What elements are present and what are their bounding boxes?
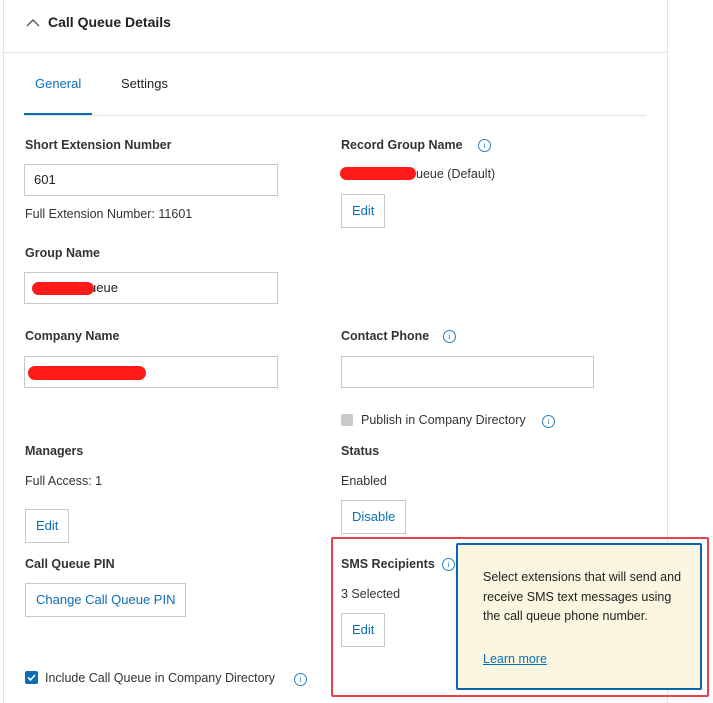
- status-label: Status: [341, 444, 380, 458]
- include-directory-info-icon[interactable]: i: [294, 673, 307, 686]
- publish-directory-label: Publish in Company Directory: [361, 413, 526, 427]
- publish-directory-info-icon[interactable]: i: [542, 415, 555, 428]
- managers-full-access: Full Access: 1: [25, 474, 103, 488]
- tab-settings[interactable]: Settings: [121, 76, 168, 91]
- company-name-label: Company Name: [25, 329, 120, 343]
- disable-button[interactable]: Disable: [341, 500, 407, 534]
- short-extension-input[interactable]: 601: [24, 164, 278, 196]
- record-group-name-label: Record Group Name: [341, 138, 463, 152]
- short-extension-label: Short Extension Number: [25, 138, 172, 152]
- publish-directory-checkbox[interactable]: [341, 414, 353, 426]
- call-queue-pin-label: Call Queue PIN: [25, 557, 115, 571]
- learn-more-link[interactable]: Learn more: [483, 652, 547, 666]
- managers-label: Managers: [25, 444, 84, 458]
- record-group-name-info-icon[interactable]: i: [478, 139, 491, 152]
- tooltip-text: Select extensions that will send and rec…: [483, 570, 682, 623]
- section-title: Call Queue Details: [48, 14, 171, 30]
- record-group-name-value: ueue (Default): [416, 167, 496, 181]
- status-value: Enabled: [341, 474, 387, 488]
- sms-info-tooltip: Select extensions that will send and rec…: [456, 543, 702, 690]
- redaction-mark: [32, 282, 94, 295]
- section-header[interactable]: Call Queue Details: [4, 0, 667, 53]
- redaction-mark: [340, 167, 416, 180]
- managers-edit-button[interactable]: Edit: [25, 509, 70, 543]
- change-pin-button[interactable]: Change Call Queue PIN: [25, 583, 187, 617]
- group-name-label: Group Name: [25, 246, 101, 260]
- record-group-name-edit-button[interactable]: Edit: [341, 194, 386, 228]
- contact-phone-info-icon[interactable]: i: [443, 330, 456, 343]
- redaction-mark: [28, 366, 146, 380]
- tab-general[interactable]: General: [35, 76, 81, 91]
- include-directory-label: Include Call Queue in Company Directory: [45, 671, 275, 685]
- full-extension-text: Full Extension Number: 11601: [25, 207, 193, 221]
- contact-phone-input[interactable]: [341, 356, 594, 388]
- contact-phone-label: Contact Phone: [341, 329, 430, 343]
- tabs-divider: [24, 115, 646, 116]
- chevron-up-icon[interactable]: [24, 14, 42, 32]
- checkmark-icon: [27, 674, 36, 682]
- include-directory-checkbox[interactable]: [25, 671, 38, 684]
